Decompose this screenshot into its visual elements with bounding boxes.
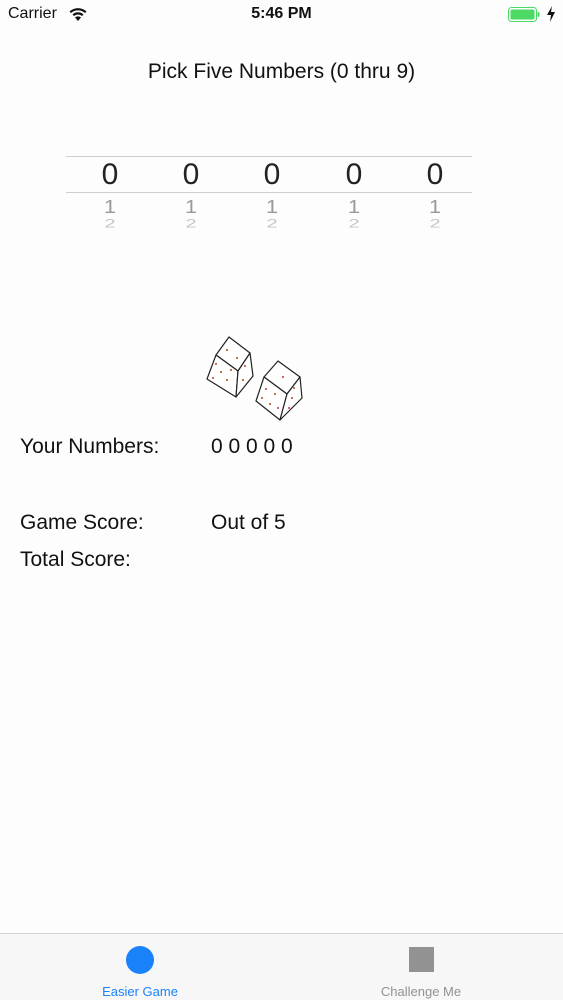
tab-easier-game[interactable]: Easier Game: [40, 934, 240, 1000]
dice-icon[interactable]: [200, 332, 310, 424]
number-picker[interactable]: 0 1 2 0 1 2 0 1 2 0 1 2 0 1 2: [66, 150, 472, 250]
tab-label: Easier Game: [102, 984, 178, 999]
status-bar: Carrier 5:46 PM: [0, 0, 563, 32]
picker-selected-value: 0: [263, 158, 281, 191]
picker-next-value[interactable]: 1: [324, 196, 384, 217]
picker-column-2[interactable]: 0 1 2: [161, 150, 221, 250]
tab-challenge-me[interactable]: Challenge Me: [321, 934, 521, 1000]
picker-next-value[interactable]: 1: [242, 196, 302, 217]
picker-selected-value: 0: [426, 158, 444, 191]
game-score-label: Game Score:: [20, 511, 144, 534]
square-icon: [409, 947, 434, 972]
picker-column-5[interactable]: 0 1 2: [405, 150, 465, 250]
your-numbers-label: Your Numbers:: [20, 435, 160, 458]
picker-next-value[interactable]: 1: [405, 196, 465, 217]
picker-selected-value: 0: [345, 158, 363, 191]
picker-next-value[interactable]: 2: [324, 218, 384, 230]
page-title: Pick Five Numbers (0 thru 9): [147, 60, 416, 83]
tab-bar: Easier Game Challenge Me: [0, 933, 563, 1000]
game-score-value: Out of 5: [211, 511, 286, 534]
picker-next-value[interactable]: 2: [161, 218, 221, 230]
battery-icon: [508, 7, 540, 22]
clock: 5:46 PM: [251, 5, 312, 22]
tab-label: Challenge Me: [380, 984, 462, 999]
charging-bolt-icon: [547, 6, 555, 22]
picker-next-value[interactable]: 2: [405, 218, 465, 230]
picker-column-1[interactable]: 0 1 2: [80, 150, 140, 250]
app-screen: Carrier 5:46 PM Pick Five Numbers (0 thr…: [0, 0, 563, 1000]
picker-next-value[interactable]: 1: [80, 196, 140, 217]
picker-next-value[interactable]: 2: [242, 218, 302, 230]
picker-selected-value: 0: [101, 158, 119, 191]
picker-selected-value: 0: [182, 158, 200, 191]
picker-next-value[interactable]: 2: [80, 218, 140, 230]
total-score-label: Total Score:: [20, 548, 131, 571]
picker-column-3[interactable]: 0 1 2: [242, 150, 302, 250]
picker-next-value[interactable]: 1: [161, 196, 221, 217]
circle-icon: [126, 946, 154, 974]
your-numbers-value: 0 0 0 0 0: [211, 435, 293, 458]
picker-column-4[interactable]: 0 1 2: [324, 150, 384, 250]
